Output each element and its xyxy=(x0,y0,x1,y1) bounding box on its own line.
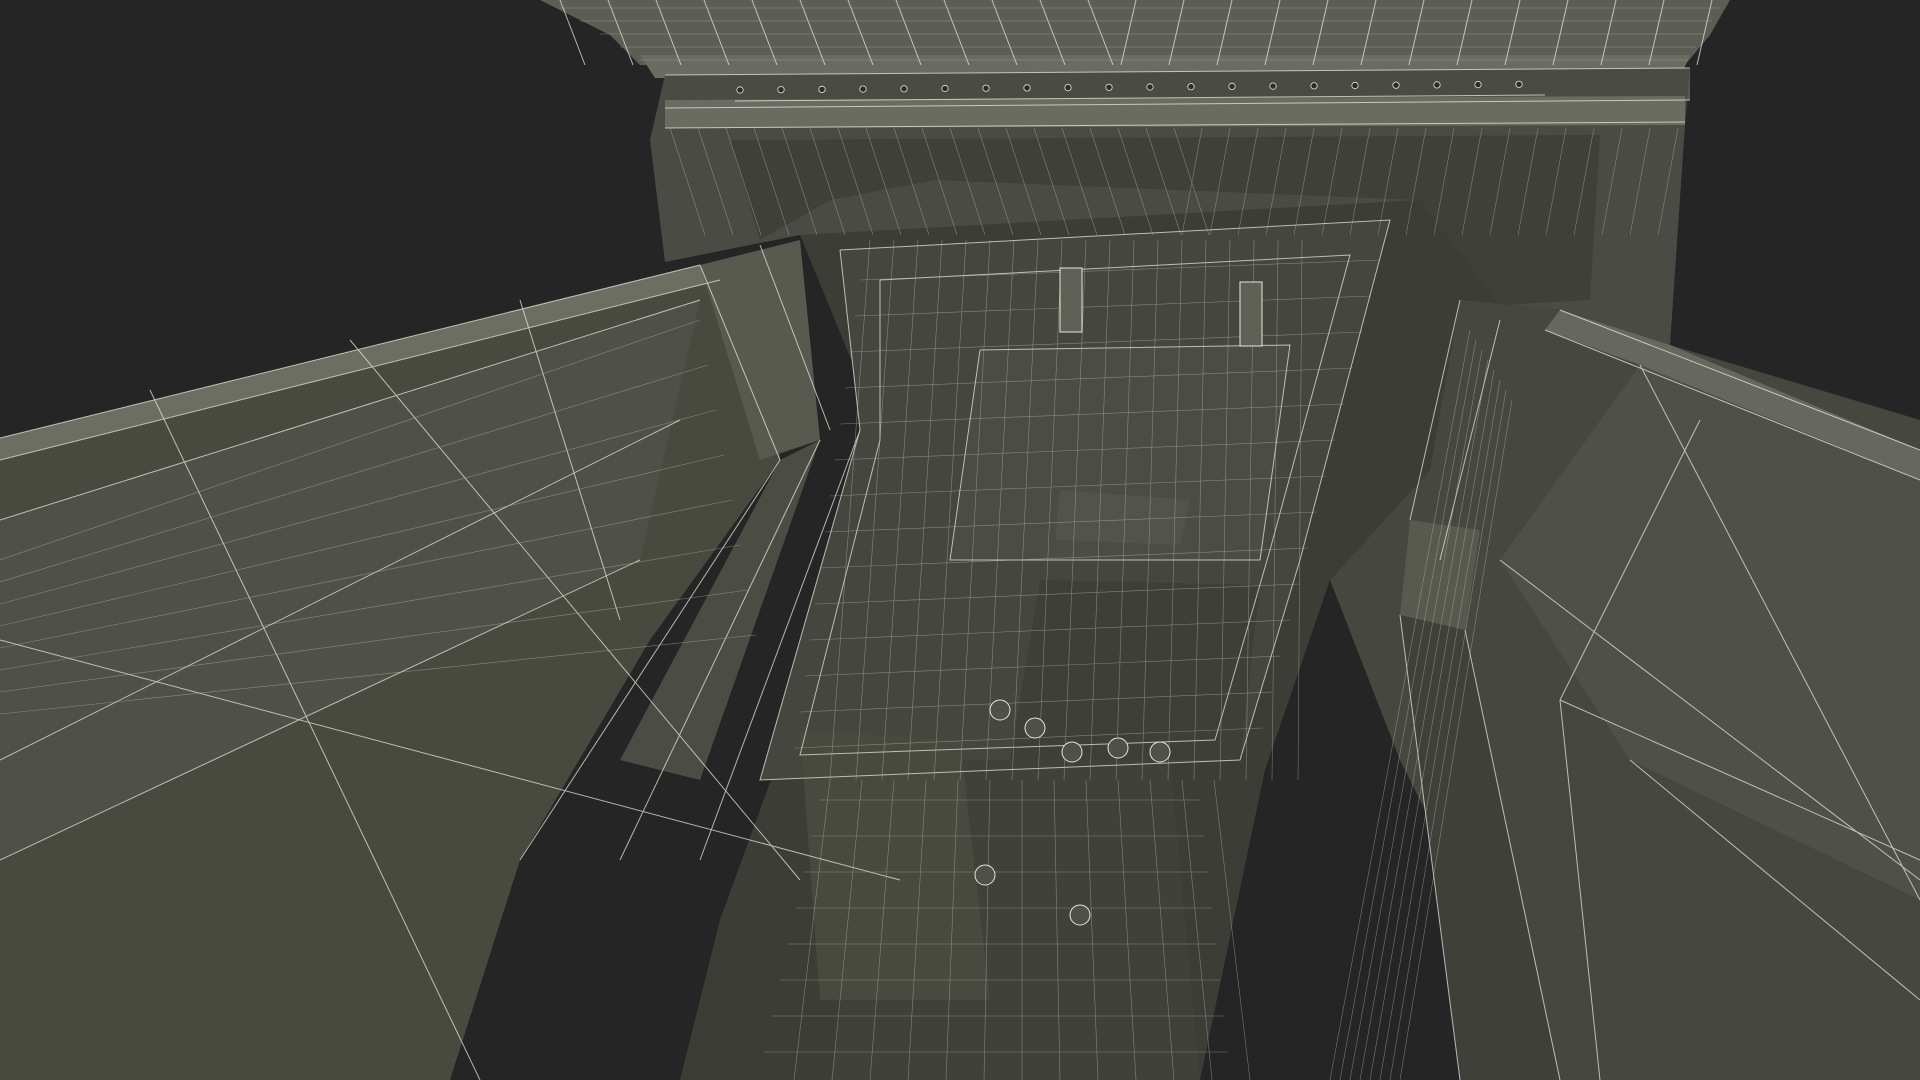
bolt-hole xyxy=(941,84,949,93)
bolt-hole xyxy=(777,86,785,94)
bolt-hole xyxy=(859,85,867,93)
bolt-hole xyxy=(1515,80,1523,88)
bolt-hole xyxy=(1064,84,1072,92)
bolt-hole xyxy=(1023,84,1031,92)
bolt-hole xyxy=(1228,82,1236,91)
bolt-hole xyxy=(1392,81,1400,89)
3d-viewport xyxy=(0,0,1920,1080)
bolt-hole xyxy=(1146,83,1154,91)
bolt-hole xyxy=(1433,81,1441,89)
knob xyxy=(1107,737,1129,759)
bolt-hole xyxy=(1474,81,1482,89)
knob xyxy=(1024,717,1046,739)
bolt-hole xyxy=(1187,83,1195,91)
bolt-hole xyxy=(1351,81,1359,90)
bolt-hole xyxy=(900,85,908,93)
bolt-hole xyxy=(818,85,826,94)
knob xyxy=(989,699,1011,721)
mounting-bracket xyxy=(1059,267,1083,333)
bolt-hole xyxy=(1105,83,1113,91)
bolt-hole xyxy=(982,84,990,92)
mounting-bracket xyxy=(1239,281,1263,347)
knob xyxy=(1069,904,1091,926)
knob xyxy=(1061,741,1083,763)
bolt-hole xyxy=(1310,82,1318,90)
wireframe-render xyxy=(0,0,1920,1080)
knob xyxy=(1149,741,1171,763)
bolt-hole xyxy=(736,86,744,94)
knob xyxy=(974,864,996,886)
bolt-hole xyxy=(1269,82,1277,90)
